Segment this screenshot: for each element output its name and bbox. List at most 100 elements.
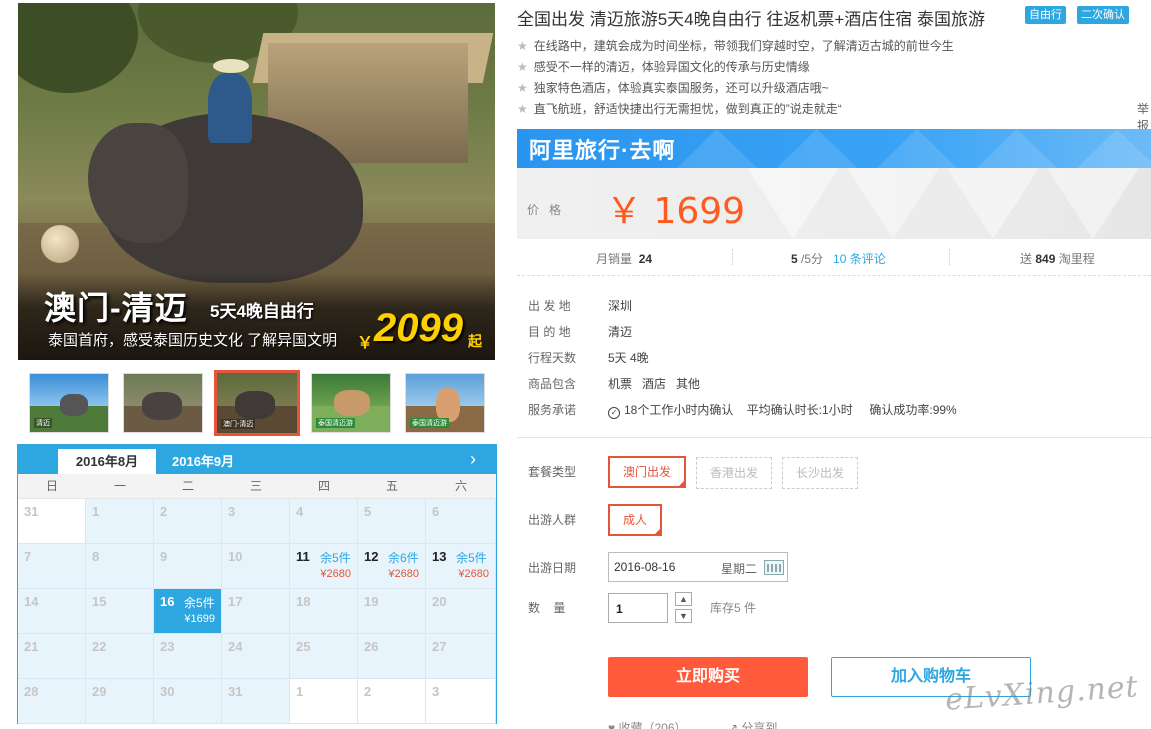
image-title: 澳门-清迈 bbox=[44, 290, 188, 326]
weekday-header: 三 bbox=[222, 474, 290, 499]
divider bbox=[732, 249, 733, 265]
day-price: ¥1699 bbox=[184, 613, 215, 625]
calendar-day: 23 bbox=[154, 634, 222, 679]
calendar-day: 30 bbox=[154, 679, 222, 724]
package-option-changsha[interactable]: 长沙出发 bbox=[782, 457, 859, 489]
miles: 送 849 淘里程 bbox=[1020, 250, 1095, 267]
heart-icon: ♥ bbox=[608, 721, 616, 729]
calendar-day: 6 bbox=[426, 499, 496, 544]
brand-bar: 阿里旅行·去啊 bbox=[517, 129, 1151, 168]
calendar-day: 28 bbox=[18, 679, 86, 724]
monthly-sales-value: 24 bbox=[638, 252, 653, 266]
chevron-right-icon[interactable]: › bbox=[470, 447, 476, 471]
calendar-tab-sep[interactable]: 2016年9月 bbox=[172, 449, 234, 474]
package-option-hongkong[interactable]: 香港出发 bbox=[696, 457, 773, 489]
calendar-day: 5 bbox=[358, 499, 426, 544]
calendar-day-available[interactable]: 12 余6件 ¥2680 bbox=[358, 544, 426, 589]
check-icon: ✓ bbox=[653, 518, 661, 527]
image-currency: ￥ bbox=[357, 335, 374, 352]
day-number: 19 bbox=[364, 594, 379, 609]
day-number: 2 bbox=[364, 684, 372, 699]
image-price: 2099 bbox=[374, 306, 463, 350]
people-option-adult[interactable]: 成人 ✓ bbox=[608, 504, 663, 536]
day-number: 14 bbox=[24, 594, 39, 609]
day-number: 10 bbox=[228, 549, 243, 564]
day-number: 9 bbox=[160, 549, 168, 564]
buy-now-button[interactable]: 立即购买 bbox=[608, 657, 808, 697]
share-icon: ↗ bbox=[728, 721, 739, 729]
star-icon: ★ bbox=[517, 102, 528, 116]
weekday-header: 六 bbox=[426, 474, 496, 499]
feature-text: 感受不一样的清迈，体验异国文化的传承与历史情缘 bbox=[533, 60, 810, 74]
rating-value: 5 bbox=[791, 252, 798, 266]
calendar-day-available[interactable]: 13 余5件 ¥2680 bbox=[426, 544, 496, 589]
quantity-increase-button[interactable]: ▲ bbox=[675, 592, 692, 606]
thumbnail-1[interactable]: 清迈 bbox=[29, 373, 109, 433]
calendar-day: 21 bbox=[18, 634, 86, 679]
day-number: 25 bbox=[296, 639, 311, 654]
calendar-day: 22 bbox=[86, 634, 154, 679]
day-price: ¥2680 bbox=[320, 568, 351, 580]
check-icon: ✓ bbox=[677, 470, 685, 479]
people-label: 出游人群 bbox=[528, 513, 577, 527]
calendar-day: 31 bbox=[18, 499, 86, 544]
feature-item: ★ 直飞航班，舒适快捷出行无需担忧，做到真正的”说走就走“ bbox=[517, 100, 842, 117]
duration-label: 行程天数 bbox=[528, 351, 577, 365]
favorite-link[interactable]: ♥ 收藏（206） bbox=[608, 719, 687, 729]
service-value: ✓ 18个工作小时内确认 平均确认时长:1小时 确认成功率:99% bbox=[608, 401, 957, 419]
thumbnail-3[interactable]: 澳门-清迈 bbox=[214, 370, 300, 436]
quantity-input[interactable]: 1 bbox=[608, 593, 668, 623]
calendar-icon[interactable] bbox=[764, 560, 784, 575]
calendar-day: 27 bbox=[426, 634, 496, 679]
destination-label: 目 的 地 bbox=[528, 325, 571, 339]
day-number: 27 bbox=[432, 639, 447, 654]
calendar-day: 10 bbox=[222, 544, 290, 589]
package-option-label: 澳门出发 bbox=[623, 465, 672, 479]
calendar-day: 31 bbox=[222, 679, 290, 724]
day-number: 1 bbox=[296, 684, 304, 699]
calendar-day: 24 bbox=[222, 634, 290, 679]
departure-value: 深圳 bbox=[608, 299, 633, 313]
day-number: 3 bbox=[228, 504, 236, 519]
check-circle-icon: ✓ bbox=[608, 407, 620, 419]
calendar-day-available[interactable]: 11 余5件 ¥2680 bbox=[290, 544, 358, 589]
day-number: 11 bbox=[296, 549, 310, 564]
thumbnail-5[interactable]: 泰国清迈游 bbox=[405, 373, 485, 433]
package-option-macau[interactable]: 澳门出发 ✓ bbox=[608, 456, 687, 488]
price-box: 价格 ￥ 1699 bbox=[517, 168, 1151, 239]
feature-text: 独家特色酒店，体验真实泰国服务，还可以升级酒店哦~ bbox=[533, 81, 829, 95]
feature-item: ★ 在线路中，建筑会成为时间坐标，带领我们穿越时空，了解清迈古城的前世今生 bbox=[517, 37, 954, 54]
image-description: 泰国首府，感受泰国历史文化 了解异国文明 bbox=[48, 332, 338, 349]
thumbnail-2[interactable] bbox=[123, 373, 203, 433]
monthly-sales: 月销量 24 bbox=[596, 250, 652, 267]
day-number: 2 bbox=[160, 504, 168, 519]
favorite-label: 收藏（206） bbox=[618, 721, 687, 729]
calendar-day: 7 bbox=[18, 544, 86, 589]
reviews-link[interactable]: 10 条评论 bbox=[833, 252, 886, 266]
calendar-day: 2 bbox=[154, 499, 222, 544]
badge-reconfirm: 二次确认 bbox=[1077, 6, 1129, 24]
stats-bar: 月销量 24 5 /5分 10 条评论 送 849 淘里程 bbox=[517, 239, 1151, 276]
thumbnail-5-tag: 泰国清迈游 bbox=[410, 418, 449, 428]
star-icon: ★ bbox=[517, 39, 528, 53]
weekday-header: 一 bbox=[86, 474, 154, 499]
scenery-tree bbox=[18, 3, 138, 93]
day-price: ¥2680 bbox=[388, 568, 419, 580]
includes-label: 商品包含 bbox=[528, 377, 577, 391]
thumbnail-4[interactable]: 泰国清迈游 bbox=[311, 373, 391, 433]
date-picker-input[interactable]: 2016-08-16 星期二 bbox=[608, 552, 788, 582]
feature-text: 直飞航班，舒适快捷出行无需担忧，做到真正的”说走就走“ bbox=[533, 102, 842, 116]
quantity-decrease-button[interactable]: ▼ bbox=[675, 609, 692, 623]
thumbnail-4-tag: 泰国清迈游 bbox=[316, 418, 355, 428]
star-icon: ★ bbox=[517, 60, 528, 74]
rider-figure bbox=[208, 73, 252, 143]
star-icon: ★ bbox=[517, 81, 528, 95]
calendar-day-selected[interactable]: 16 余5件 ¥1699 bbox=[154, 589, 222, 634]
day-number: 17 bbox=[228, 594, 243, 609]
weekday-header: 五 bbox=[358, 474, 426, 499]
destination-value: 清迈 bbox=[608, 325, 633, 339]
day-number: 29 bbox=[92, 684, 107, 699]
calendar-tab-aug[interactable]: 2016年8月 bbox=[58, 449, 156, 474]
calendar-day: 2 bbox=[358, 679, 426, 724]
share-link[interactable]: ↗ 分享到 bbox=[728, 719, 777, 729]
